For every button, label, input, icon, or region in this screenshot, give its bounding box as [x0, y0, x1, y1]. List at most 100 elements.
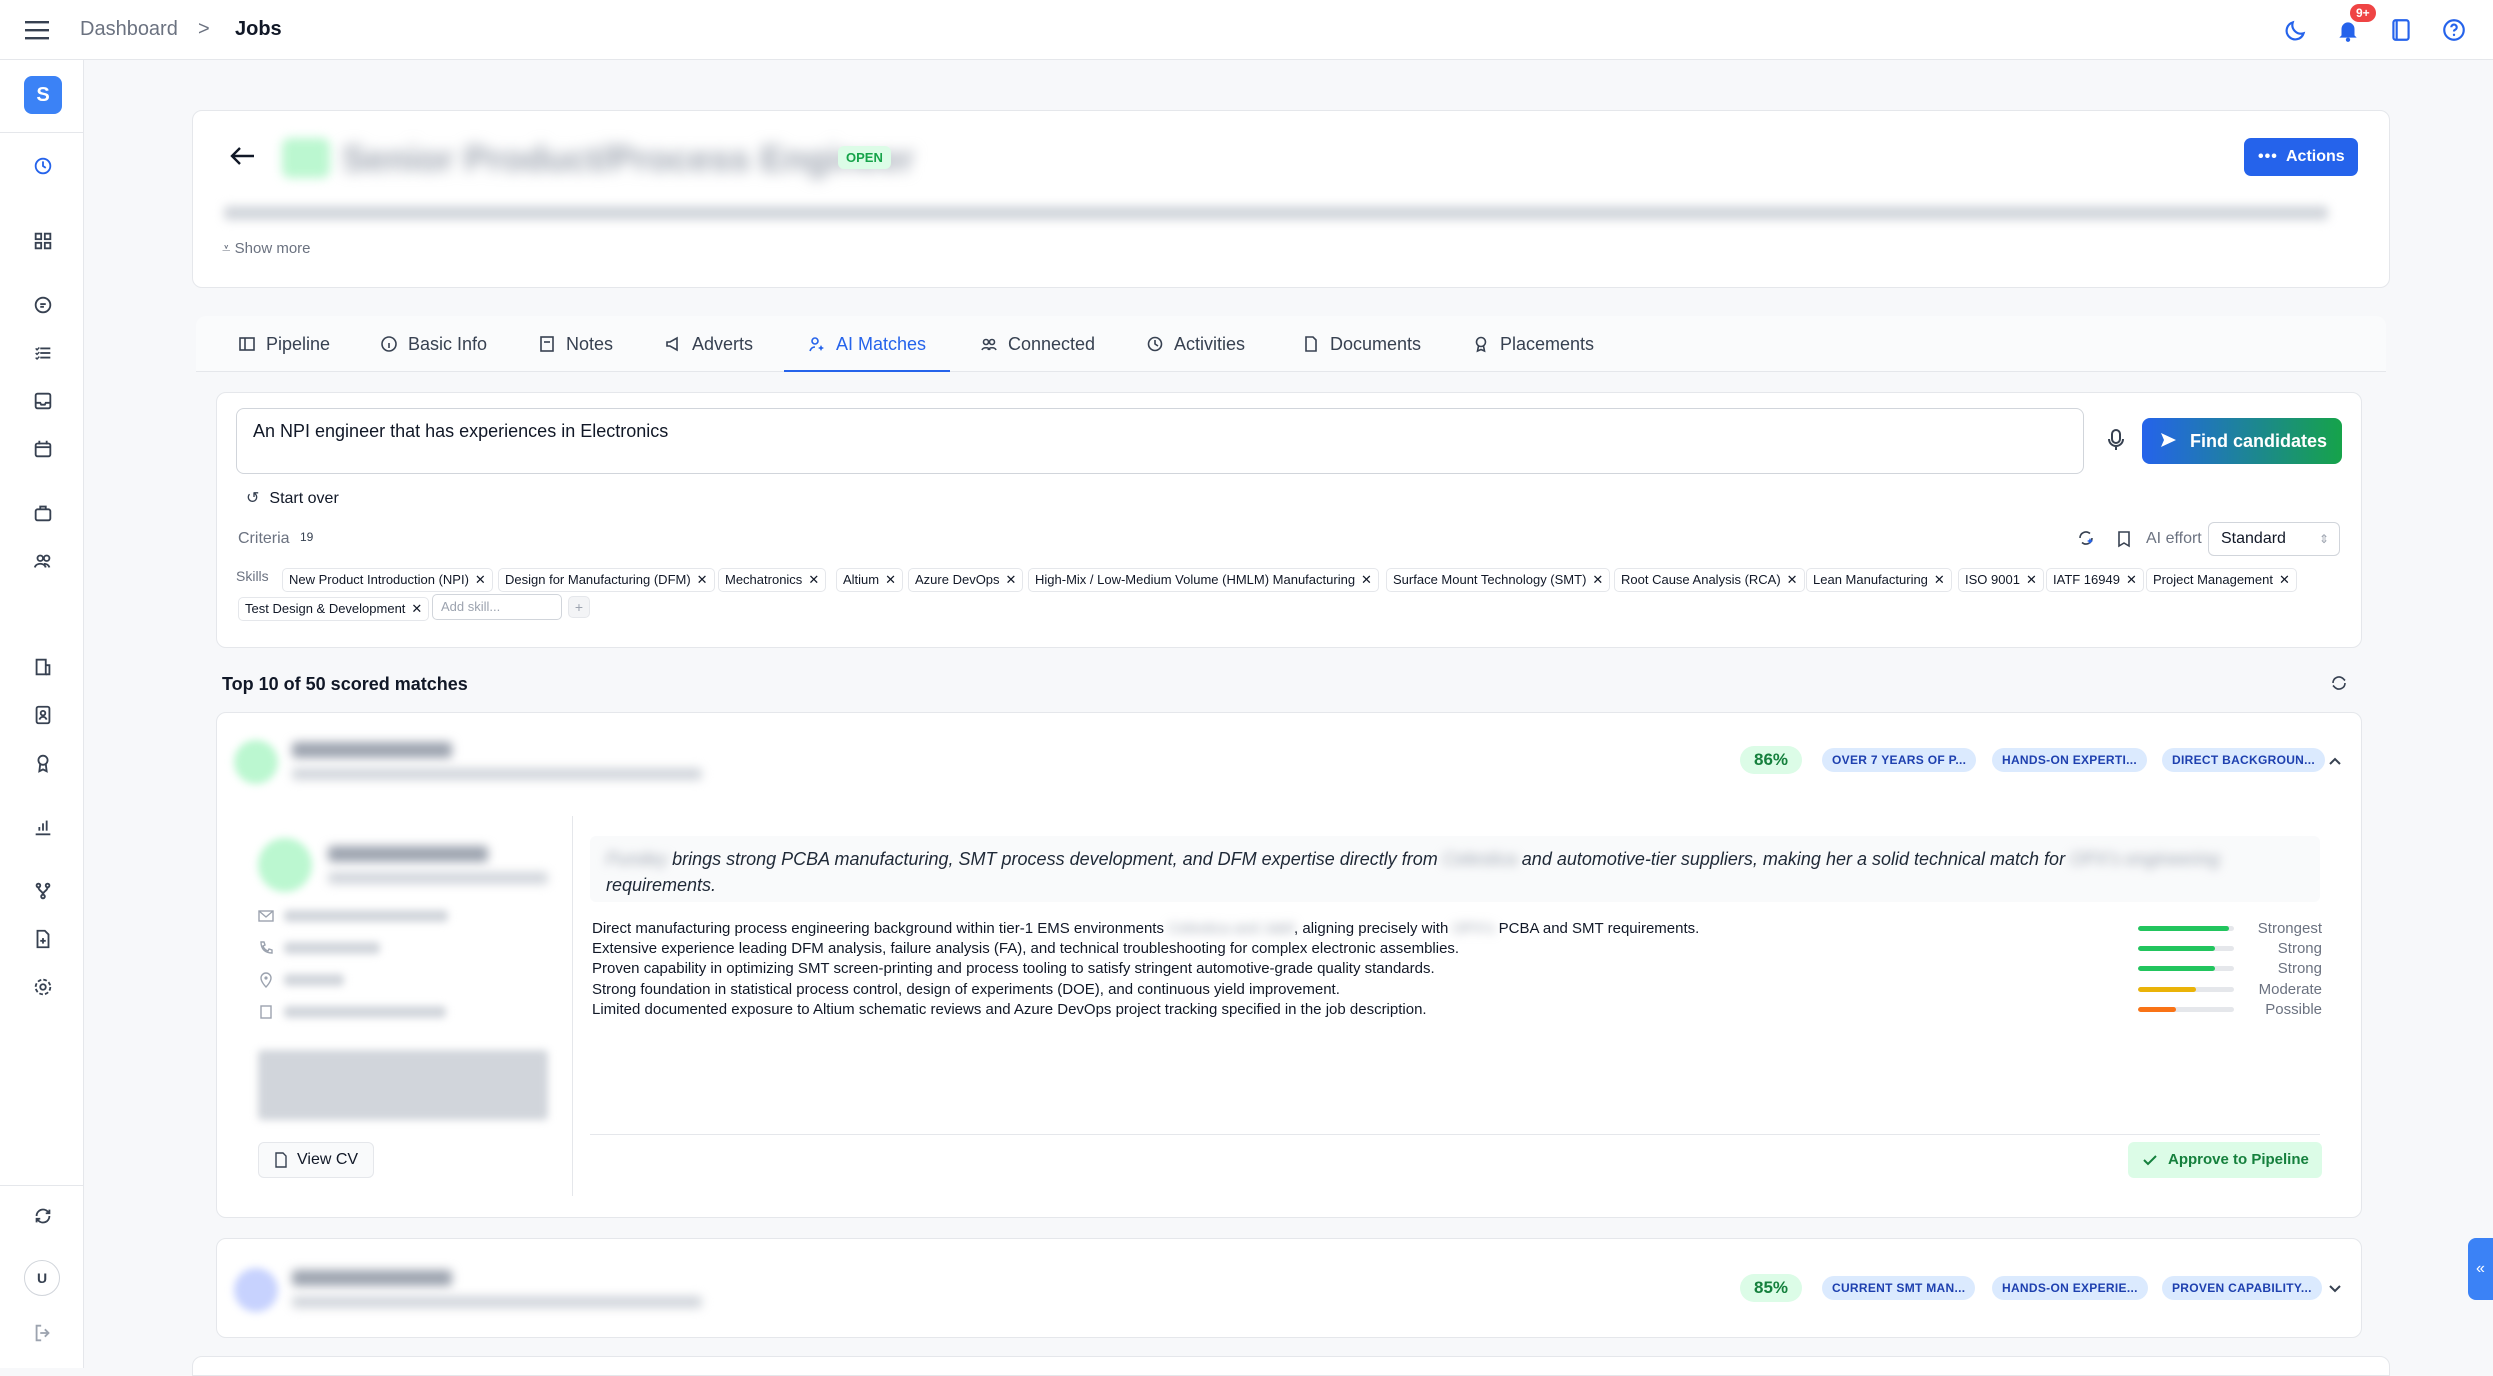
remove-skill-icon[interactable]: ✕ [1361, 572, 1372, 587]
logout-icon[interactable] [32, 1322, 54, 1344]
ai-effort-select[interactable]: Standard ⇕ [2208, 522, 2340, 556]
chevron-down-icon[interactable] [2328, 1282, 2342, 1296]
add-skill-button[interactable]: + [568, 596, 590, 618]
skill-chip[interactable]: Azure DevOps ✕ [908, 568, 1024, 592]
skill-chip-label: IATF 16949 [2053, 572, 2120, 587]
file-icon[interactable] [32, 928, 54, 950]
remove-skill-icon[interactable]: ✕ [1592, 572, 1603, 587]
skill-chip[interactable]: Surface Mount Technology (SMT) ✕ [1386, 568, 1611, 592]
book-icon[interactable] [2388, 17, 2414, 43]
grid-icon[interactable] [32, 230, 54, 252]
chart-icon[interactable] [32, 816, 54, 838]
strength-bar [2138, 966, 2234, 971]
contact-icon[interactable] [32, 704, 54, 726]
chat-icon[interactable] [32, 294, 54, 316]
menu-icon[interactable] [24, 18, 50, 42]
remove-skill-icon[interactable]: ✕ [2126, 572, 2137, 587]
tab-basic-info[interactable]: Basic Info [380, 316, 487, 372]
reason-text: aligning precisely with [1302, 920, 1449, 937]
add-skill-input[interactable]: Add skill... [432, 594, 562, 620]
candidate-name-redacted[interactable] [292, 742, 452, 758]
skill-chip[interactable]: ISO 9001 ✕ [1958, 568, 2044, 592]
show-more-link[interactable]: ⩡ Show more [222, 240, 311, 257]
approve-to-pipeline-button[interactable]: Approve to Pipeline [2128, 1142, 2322, 1178]
tab-label: Basic Info [408, 334, 488, 354]
inbox-icon[interactable] [32, 390, 54, 412]
skill-chip[interactable]: Lean Manufacturing ✕ [1806, 568, 1952, 592]
remove-skill-icon[interactable]: ✕ [808, 572, 819, 587]
bookmark-icon[interactable] [2116, 530, 2132, 548]
remove-skill-icon[interactable]: ✕ [2026, 572, 2037, 587]
ai-refresh-icon[interactable] [2076, 528, 2096, 548]
award-icon[interactable] [32, 752, 54, 774]
skill-chip[interactable]: High-Mix / Low-Medium Volume (HMLM) Manu… [1028, 568, 1379, 592]
moon-icon[interactable] [2283, 17, 2309, 43]
ai-query-input[interactable]: An NPI engineer that has experiences in … [236, 408, 2084, 474]
breadcrumb-separator: > [198, 18, 210, 40]
tab-connected[interactable]: Connected [980, 316, 1095, 372]
tab-placements[interactable]: Placements [1472, 316, 1594, 372]
breadcrumb-dashboard[interactable]: Dashboard [80, 18, 178, 41]
building-icon[interactable] [32, 656, 54, 678]
tab-adverts[interactable]: Adverts [664, 316, 753, 372]
actions-label: Actions [2286, 148, 2345, 165]
skill-chip[interactable]: Altium ✕ [836, 568, 904, 592]
find-candidates-button[interactable]: Find candidates [2142, 418, 2342, 464]
app-logo[interactable]: S [24, 76, 62, 114]
users-icon[interactable] [32, 550, 54, 572]
company-redacted: OPX's engineering [2070, 849, 2220, 869]
candidate-avatar[interactable] [234, 740, 278, 784]
job-logo [282, 138, 330, 178]
remove-skill-icon[interactable]: ✕ [1787, 572, 1798, 587]
gear-icon[interactable] [32, 976, 54, 998]
remove-skill-icon[interactable]: ✕ [1006, 572, 1017, 587]
company-redacted [284, 1006, 446, 1018]
view-cv-button[interactable]: View CV [258, 1142, 374, 1178]
user-avatar[interactable]: U [24, 1260, 60, 1296]
skill-chip[interactable]: Project Management ✕ [2146, 568, 2297, 592]
employer-redacted: Celestica and Jabil [1168, 920, 1295, 937]
employer-redacted: Celestica [1442, 849, 1517, 869]
tab-documents[interactable]: Documents [1302, 316, 1421, 372]
chevron-up-icon[interactable] [2328, 754, 2342, 768]
briefcase-icon[interactable] [32, 502, 54, 524]
start-over-label: Start over [269, 490, 339, 507]
remove-skill-icon[interactable]: ✕ [885, 572, 896, 587]
remove-skill-icon[interactable]: ✕ [411, 601, 422, 616]
tab-activities[interactable]: Activities [1146, 316, 1245, 372]
note-icon [540, 336, 554, 352]
remove-skill-icon[interactable]: ✕ [1934, 572, 1945, 587]
skill-chip[interactable]: Mechatronics ✕ [718, 568, 827, 592]
tab-notes[interactable]: Notes [538, 316, 613, 372]
skill-chip[interactable]: Design for Manufacturing (DFM) ✕ [498, 568, 715, 592]
reason-text: Direct manufacturing process engineering… [592, 920, 1164, 937]
skill-chip-label: Test Design & Development [245, 601, 406, 616]
sync-icon[interactable] [32, 1205, 54, 1227]
candidate-name-redacted[interactable] [292, 1270, 452, 1286]
start-over-button[interactable]: ↺ Start over [246, 488, 339, 508]
skill-chip[interactable]: New Product Introduction (NPI) ✕ [282, 568, 493, 592]
refresh-icon[interactable] [2330, 674, 2348, 692]
strength-label: Moderate [2258, 981, 2322, 998]
skill-chip[interactable]: Test Design & Development ✕ [238, 597, 430, 621]
history-icon[interactable] [32, 155, 54, 177]
calendar-icon[interactable] [32, 438, 54, 460]
find-candidates-label: Find candidates [2190, 431, 2328, 451]
strength-bar-fill [2138, 966, 2215, 971]
list-icon[interactable] [32, 342, 54, 364]
remove-skill-icon[interactable]: ✕ [697, 572, 708, 587]
expand-panel-button[interactable]: « [2468, 1238, 2493, 1300]
microphone-icon[interactable] [2106, 428, 2126, 452]
remove-skill-icon[interactable]: ✕ [2279, 572, 2290, 587]
remove-skill-icon[interactable]: ✕ [475, 572, 486, 587]
actions-button[interactable]: ••• Actions [2244, 138, 2358, 176]
help-icon[interactable] [2441, 17, 2467, 43]
skill-chip[interactable]: IATF 16949 ✕ [2046, 568, 2144, 592]
branch-icon[interactable] [32, 880, 54, 902]
profile-title-redacted [328, 872, 548, 884]
tab-ai-matches[interactable]: AI Matches [784, 316, 951, 372]
skill-chip[interactable]: Root Cause Analysis (RCA) ✕ [1614, 568, 1805, 592]
candidate-avatar[interactable] [234, 1268, 278, 1312]
back-arrow-icon[interactable] [228, 144, 256, 168]
tab-pipeline[interactable]: Pipeline [238, 316, 330, 372]
